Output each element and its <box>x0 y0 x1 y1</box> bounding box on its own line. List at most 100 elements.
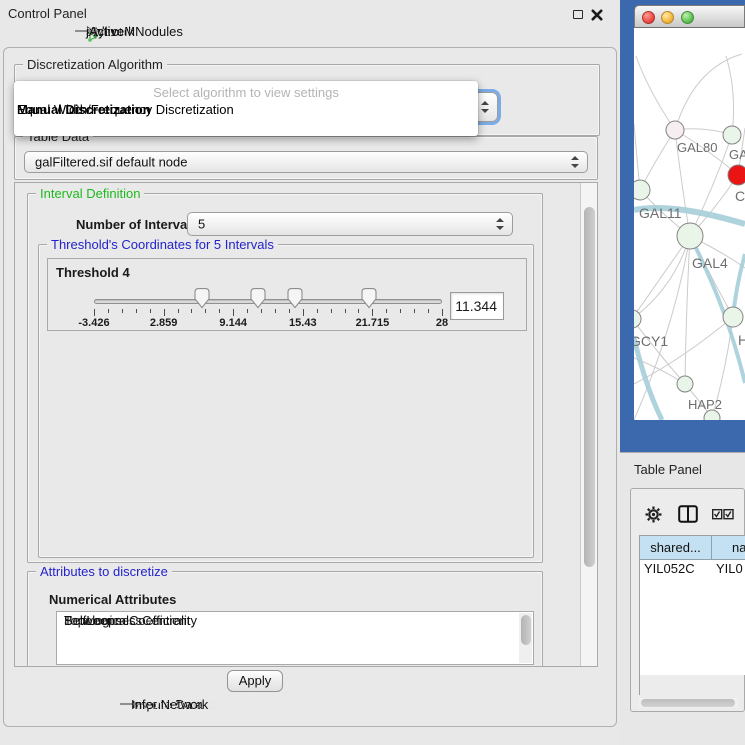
network-node-label: HAP2 <box>688 397 722 412</box>
network-window-titlebar[interactable] <box>634 5 745 28</box>
slider-tick <box>219 309 220 313</box>
table-rows: YDL19...YDL1YDR27...YDR2YBR043CYBR0YPR14… <box>640 560 745 675</box>
panel-title: Control Panel <box>8 6 87 21</box>
table-horizontal-scrollbar[interactable] <box>639 698 738 708</box>
attributes-group-title: Attributes to discretize <box>36 564 172 579</box>
dropdown-placeholder-option: Select algorithm to view settings <box>14 85 478 100</box>
number-of-intervals-value: 5 <box>198 217 205 232</box>
numerical-attributes-list[interactable]: SelfLoopsTopologicalCoefficientBetweenne… <box>56 611 534 665</box>
network-graph[interactable]: GAL80GACGAL11GAL4GCY1HHAP2 <box>634 28 745 420</box>
thresholds-group: Threshold's Coordinates for 5 Intervals … <box>38 244 534 558</box>
slider-thumb[interactable] <box>193 287 211 309</box>
number-of-intervals-combobox[interactable]: 5 <box>187 212 513 236</box>
cell-name: YIL0 <box>716 560 743 577</box>
combo-stepper-icon <box>571 156 579 168</box>
network-node-gal11[interactable] <box>634 180 650 200</box>
slider-tick <box>275 309 276 313</box>
network-node-label: GCY1 <box>634 333 668 349</box>
interval-definition-group: Interval Definition Number of Intervals … <box>27 193 543 563</box>
slider-tick <box>150 309 151 313</box>
tab-jactivemnodules[interactable]: jActiveMNodules <box>75 30 98 32</box>
table-data-selected-value: galFiltered.sif default node <box>35 155 187 170</box>
cell-shared-name: YIL052C <box>644 560 695 577</box>
list-scrollbar[interactable] <box>519 613 532 663</box>
settings-scrollbar-thumb[interactable] <box>584 207 595 567</box>
close-window-icon[interactable] <box>642 11 655 24</box>
slider-tick <box>400 309 401 313</box>
network-node-hap2[interactable] <box>677 376 693 392</box>
float-window-icon[interactable] <box>573 10 583 19</box>
column-header-shared-name[interactable]: shared... <box>640 536 712 560</box>
tab-infer-network[interactable]: Infer Network <box>120 703 143 705</box>
network-canvas[interactable]: GAL80GACGAL11GAL4GCY1HHAP2 <box>634 28 745 420</box>
slider-tick <box>108 309 109 313</box>
network-node-label: GAL11 <box>639 205 682 221</box>
interval-definition-title: Interval Definition <box>36 186 144 201</box>
network-edge <box>675 54 742 130</box>
combo-stepper-icon <box>481 101 489 113</box>
slider-tick <box>303 309 304 316</box>
control-panel: Control Panel NetworkStyleSelectCyni Too… <box>0 0 620 745</box>
attribute-list-item[interactable]: BetweennessCentrality <box>57 612 197 629</box>
slider-tick <box>358 309 359 313</box>
slider-thumb[interactable] <box>360 287 378 309</box>
slider-tick <box>122 309 123 313</box>
network-node-label: GA <box>729 147 745 162</box>
apply-button[interactable]: Apply <box>227 670 283 692</box>
slider-tick-label: 2.859 <box>150 317 178 329</box>
settings-scrollbar[interactable] <box>580 183 598 666</box>
close-panel-icon[interactable] <box>591 9 603 21</box>
table-panel-title: Table Panel <box>634 462 702 477</box>
slider-tick <box>331 309 332 313</box>
network-view-window: GAL80GACGAL11GAL4GCY1HHAP2 <box>620 0 745 452</box>
tab-label: jActiveMNodules <box>86 24 183 39</box>
slider-tick <box>386 309 387 313</box>
table-panel: Table Panel shared... na YDL19...YDL1YDR… <box>620 452 745 745</box>
network-node-ga[interactable] <box>723 126 741 144</box>
network-edge <box>634 236 690 420</box>
zoom-window-icon[interactable] <box>681 11 694 24</box>
slider-tick <box>442 309 443 316</box>
algorithm-dropdown-popup: Select algorithm to view settings Manual… <box>14 81 478 136</box>
slider-track <box>94 299 442 304</box>
network-edge-highlighted <box>634 338 662 420</box>
network-node-label: GAL4 <box>692 255 728 271</box>
slider-tick <box>178 309 179 313</box>
thresholds-group-title: Threshold's Coordinates for 5 Intervals <box>47 237 278 252</box>
network-node-label: GAL80 <box>677 140 717 155</box>
table-data-combobox[interactable]: galFiltered.sif default node <box>24 151 588 173</box>
slider-tick-label: 15.43 <box>289 317 317 329</box>
slider-tick-label: 21.715 <box>356 317 390 329</box>
settings-scroll-pane: Interval Definition Number of Intervals … <box>14 182 598 667</box>
network-node-label: C <box>735 188 745 204</box>
network-edge <box>636 56 675 130</box>
table-row[interactable]: YIL052C YIL0 <box>640 560 745 577</box>
screenshot-root: Control Panel NetworkStyleSelectCyni Too… <box>0 0 745 745</box>
slider-thumb[interactable] <box>249 287 267 309</box>
slider-tick <box>317 309 318 313</box>
slider-tick-label: 28 <box>436 317 448 329</box>
column-header-name[interactable]: na <box>712 536 745 560</box>
slider-tick <box>136 309 137 313</box>
network-node-h[interactable] <box>723 307 743 327</box>
minimize-window-icon[interactable] <box>661 11 674 24</box>
slider-tick <box>191 309 192 313</box>
attributes-group: Attributes to discretize Numerical Attri… <box>27 571 543 667</box>
threshold-value-field[interactable]: 11.344 <box>450 292 504 320</box>
slider-tick <box>205 309 206 313</box>
slider-tick <box>289 309 290 313</box>
slider-thumb[interactable] <box>286 287 304 309</box>
slider-tick <box>261 309 262 313</box>
slider-tick <box>345 309 346 313</box>
network-edge <box>634 317 733 384</box>
network-node-gal80[interactable] <box>666 121 684 139</box>
discretization-algorithm-group-title: Discretization Algorithm <box>23 57 167 72</box>
slider-tick <box>94 309 95 316</box>
network-node-gal4[interactable] <box>677 223 703 249</box>
table-scrollbar-thumb[interactable] <box>641 699 735 707</box>
list-scrollbar-thumb[interactable] <box>521 615 531 645</box>
network-node-c[interactable] <box>728 165 745 185</box>
threshold-label: Threshold 4 <box>56 265 130 280</box>
dropdown-option[interactable]: Equal Width/Frequency Discretization <box>14 102 234 118</box>
node-table[interactable]: shared... na YDL19...YDL1YDR27...YDR2YBR… <box>639 535 745 695</box>
